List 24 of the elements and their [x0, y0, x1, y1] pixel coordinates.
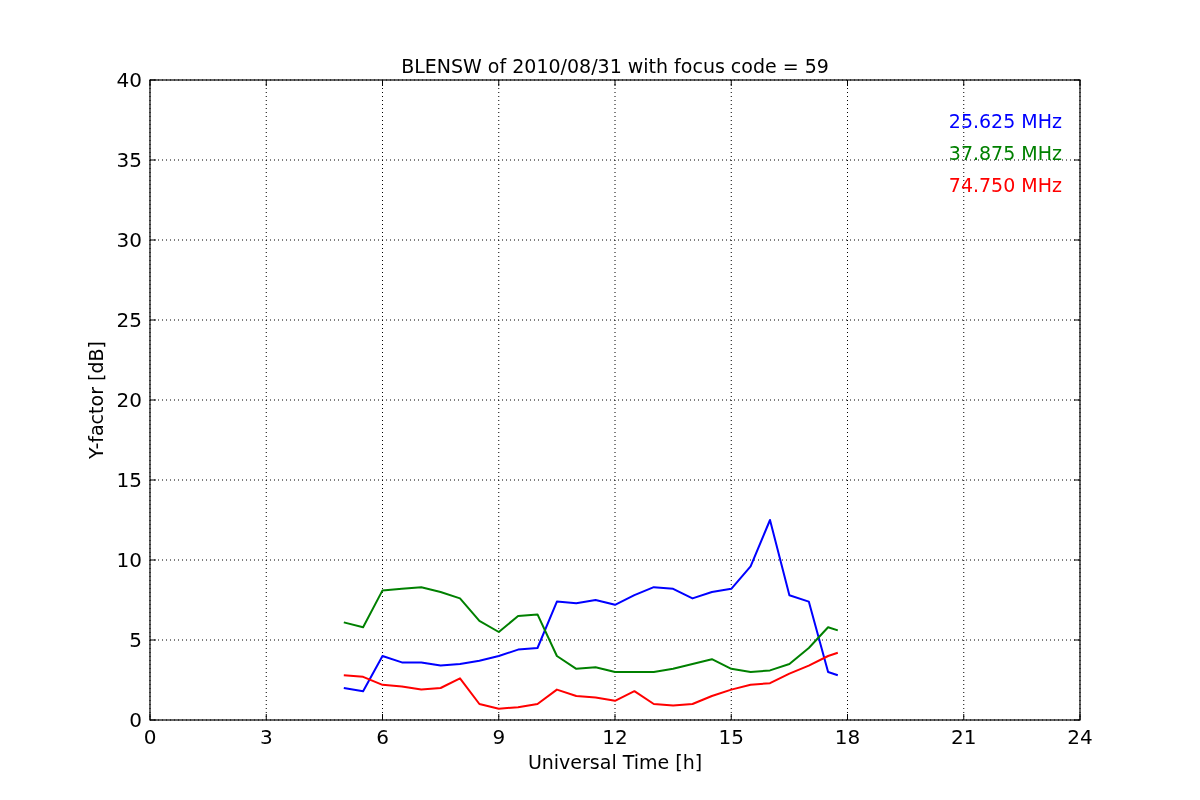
y-tick-label: 30: [116, 228, 142, 252]
y-tick-label: 0: [129, 708, 142, 732]
x-tick-label: 9: [492, 725, 506, 749]
legend-label: 37.875 MHz: [948, 142, 1062, 164]
x-tick-label: 18: [834, 725, 861, 749]
legend-label: 74.750 MHz: [948, 174, 1062, 196]
y-tick-label: 15: [116, 468, 142, 492]
y-tick-label: 40: [116, 68, 142, 92]
x-tick-label: 24: [1067, 725, 1093, 749]
y-tick-label: 35: [116, 148, 142, 172]
x-tick-label: 3: [259, 725, 273, 749]
y-tick-label: 25: [116, 308, 142, 332]
legend-label: 25.625 MHz: [948, 110, 1062, 132]
x-tick-label: 15: [718, 725, 744, 749]
x-axis-label: Universal Time [h]: [527, 751, 703, 773]
x-tick-label: 6: [376, 725, 389, 749]
x-tick-label: 0: [143, 725, 157, 749]
chart-title: BLENSW of 2010/08/31 with focus code = 59: [401, 55, 829, 77]
y-tick-label: 20: [116, 388, 142, 412]
y-tick-label: 5: [129, 628, 142, 652]
y-tick-label: 10: [116, 548, 142, 572]
x-tick-label: 12: [602, 725, 628, 749]
x-tick-label: 21: [951, 725, 977, 749]
y-axis-label: Y-factor [dB]: [85, 341, 107, 459]
